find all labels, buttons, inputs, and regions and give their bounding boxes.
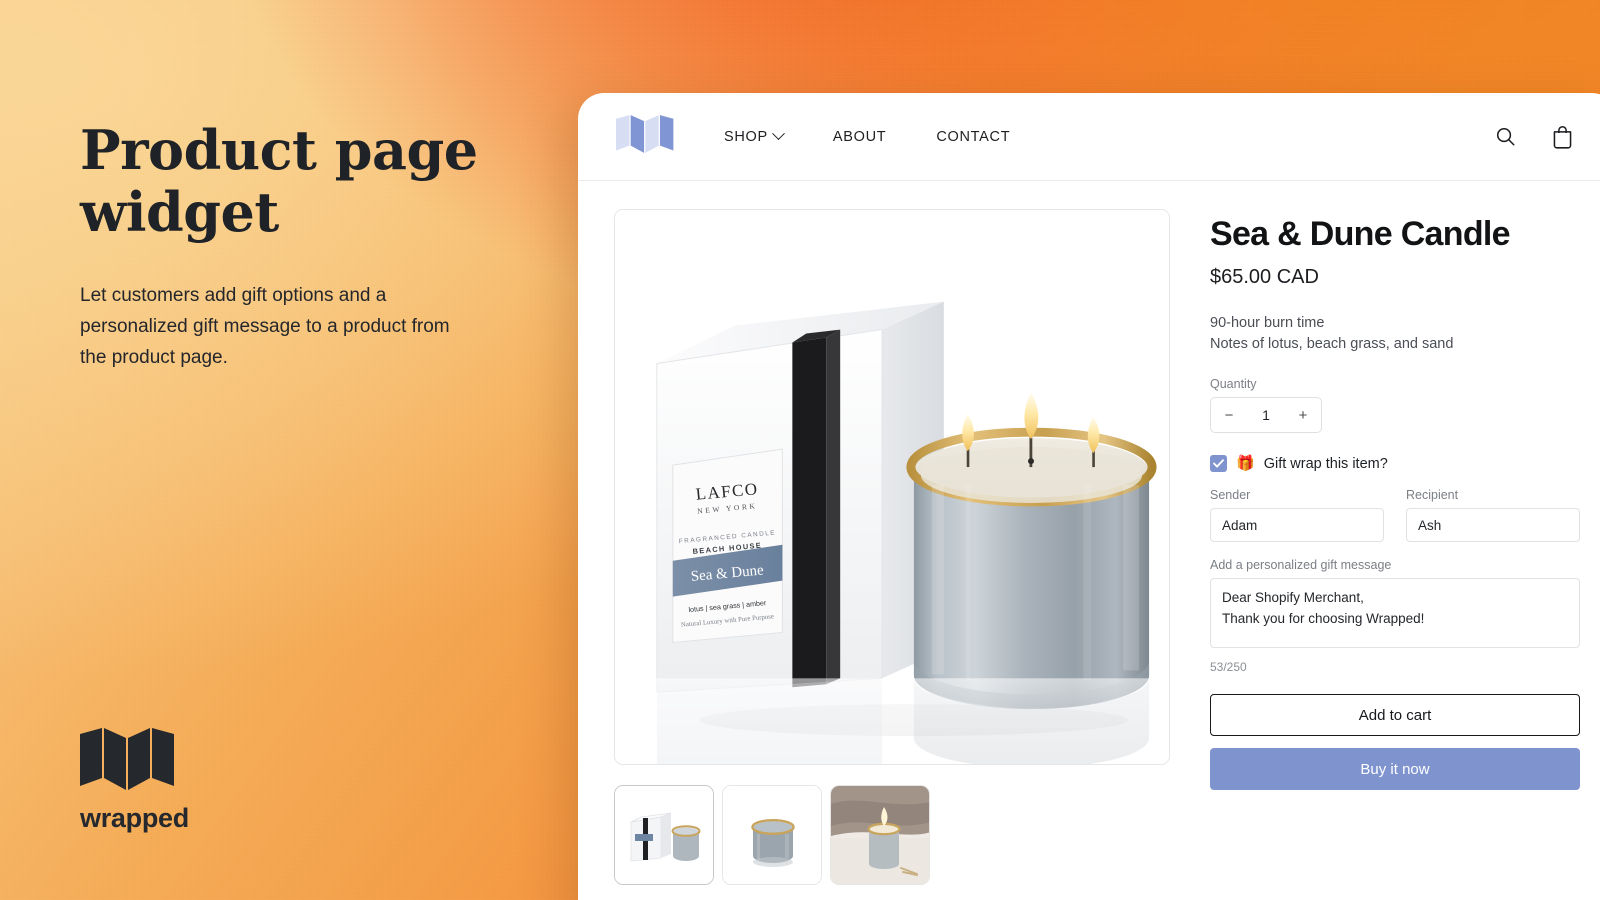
sender-field-group: Sender (1210, 488, 1384, 543)
product-details: 90-hour burn time Notes of lotus, beach … (1210, 313, 1580, 355)
store-nav: SHOP ABOUT CONTACT (724, 127, 1010, 145)
gift-message-textarea[interactable]: Dear Shopify Merchant, Thank you for cho… (1210, 578, 1580, 649)
nav-item-contact[interactable]: CONTACT (936, 129, 1010, 145)
quantity-stepper[interactable]: − 1 + (1210, 397, 1322, 434)
store-header: SHOP ABOUT CONTACT (578, 93, 1600, 181)
nav-item-shop[interactable]: SHOP (724, 127, 785, 145)
nav-item-about-label: ABOUT (832, 128, 887, 145)
gift-message-group: Add a personalized gift message Dear Sho… (1210, 558, 1580, 674)
storefront-card: SHOP ABOUT CONTACT LAFCO NEW YORK FRAGRA… (578, 93, 1600, 900)
wrapped-w-logo-blue-icon (616, 115, 674, 158)
store-logo[interactable] (616, 115, 674, 158)
recipient-field-group: Recipient (1406, 488, 1580, 543)
sender-label: Sender (1210, 488, 1251, 503)
quantity-value: 1 (1262, 407, 1270, 424)
product-title: Sea & Dune Candle (1210, 215, 1511, 253)
wrapped-w-logo-icon (80, 728, 189, 795)
page-background: Product page widget Let customers add gi… (0, 0, 1600, 900)
buy-it-now-button[interactable]: Buy it now (1210, 748, 1580, 791)
gift-wrap-checkbox-row[interactable]: 🎁 Gift wrap this item? (1210, 455, 1580, 473)
thumbnail-strip (614, 785, 1170, 885)
gift-emoji-icon: 🎁 (1236, 455, 1255, 473)
quantity-block: Quantity − 1 + (1210, 377, 1580, 434)
promo-panel: Product page widget Let customers add gi… (80, 118, 510, 373)
page-title: Product page widget (80, 118, 478, 244)
search-icon[interactable] (1494, 125, 1517, 148)
recipient-label: Recipient (1406, 488, 1459, 503)
thumbnail-1[interactable] (614, 785, 714, 885)
product-detail-line-1: 90-hour burn time (1210, 315, 1325, 332)
quantity-increment-button[interactable]: + (1285, 398, 1321, 432)
product-price: $65.00 CAD (1210, 266, 1319, 289)
thumbnail-2[interactable] (722, 785, 822, 885)
brand-name: wrapped (80, 803, 189, 833)
cart-icon[interactable] (1551, 124, 1574, 149)
nav-item-about[interactable]: ABOUT (833, 129, 886, 145)
gift-wrap-checkbox[interactable] (1210, 455, 1227, 473)
product-page-body: LAFCO NEW YORK FRAGRANCED CANDLE BEACH H… (578, 181, 1600, 885)
product-detail-line-2: Notes of lotus, beach grass, and sand (1210, 336, 1454, 353)
gift-names-row: Sender Recipient (1210, 488, 1580, 543)
quantity-decrement-button[interactable]: − (1211, 398, 1247, 432)
add-to-cart-button[interactable]: Add to cart (1210, 694, 1580, 737)
product-info: Sea & Dune Candle $65.00 CAD 90-hour bur… (1210, 209, 1580, 885)
product-gallery: LAFCO NEW YORK FRAGRANCED CANDLE BEACH H… (614, 209, 1170, 885)
chevron-down-icon (772, 127, 785, 141)
product-main-image[interactable]: LAFCO NEW YORK FRAGRANCED CANDLE BEACH H… (614, 209, 1170, 765)
thumbnail-3[interactable] (830, 785, 930, 885)
quantity-label: Quantity (1210, 377, 1257, 392)
character-counter: 53/250 (1210, 660, 1247, 675)
gift-message-label: Add a personalized gift message (1210, 558, 1392, 573)
recipient-input[interactable] (1406, 508, 1580, 543)
promo-description: Let customers add gift options and a per… (80, 285, 450, 368)
gift-wrap-label: Gift wrap this item? (1263, 455, 1388, 472)
brand-lockup: wrapped (80, 728, 189, 834)
nav-item-contact-label: CONTACT (936, 128, 1011, 145)
nav-item-shop-label: SHOP (724, 128, 768, 145)
header-actions (1494, 124, 1574, 149)
sender-input[interactable] (1210, 508, 1384, 543)
